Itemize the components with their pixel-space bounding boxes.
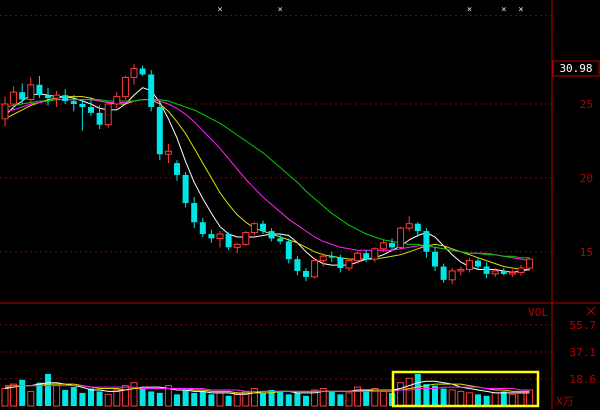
volume-bar — [53, 385, 61, 407]
volume-bar — [225, 395, 232, 406]
candle — [156, 104, 163, 161]
marker-glyph: × — [277, 5, 282, 15]
volume-bar — [148, 391, 155, 406]
volume-bar — [294, 392, 301, 406]
volume-bar — [70, 387, 77, 406]
volume-bar — [199, 391, 206, 406]
volume-bar — [45, 373, 51, 406]
volume-bar — [182, 389, 189, 406]
volume-bar — [139, 388, 146, 406]
candle — [397, 226, 405, 249]
volume-bar — [465, 392, 473, 407]
volume-bar — [475, 394, 481, 406]
volume-tick-label: 55.7 — [570, 319, 597, 332]
volume-axis-ticks: 18.6 37.1 55.7 — [570, 319, 597, 386]
volume-bar — [491, 392, 499, 407]
volume-bar — [62, 389, 69, 406]
volume-bar — [303, 395, 309, 406]
candle — [121, 75, 129, 100]
volume-bar — [337, 394, 344, 406]
volume-bar — [19, 379, 26, 406]
volume-bar — [216, 392, 224, 407]
volume-bar — [397, 382, 405, 407]
volume-bar — [285, 394, 292, 406]
volume-bar — [363, 389, 370, 406]
candle — [182, 171, 189, 208]
candle — [148, 70, 155, 112]
marker-glyph: × — [467, 5, 472, 15]
marker-glyph: × — [501, 5, 506, 15]
volume-bar — [113, 389, 121, 407]
volume-bar — [36, 382, 43, 406]
chart-background — [0, 0, 600, 410]
marker-glyph: × — [518, 5, 523, 15]
volume-bar — [328, 391, 335, 406]
volume-bar — [104, 393, 112, 407]
volume-bar — [483, 395, 490, 406]
volume-bar — [526, 389, 534, 407]
volume-bar — [457, 390, 465, 407]
candle — [104, 101, 112, 128]
marker-glyph: × — [217, 5, 222, 15]
volume-bar — [156, 392, 163, 406]
volume-bar — [423, 384, 430, 406]
volume-unit-label: X万 — [556, 395, 574, 408]
volume-bar — [121, 385, 129, 407]
volume-bar — [405, 377, 413, 407]
volume-bar — [1, 388, 9, 407]
volume-bar — [174, 394, 180, 406]
volume-bar — [448, 389, 456, 407]
price-tick-label: 25 — [580, 98, 593, 111]
volume-bar — [260, 392, 266, 406]
volume-bar — [208, 394, 215, 406]
candle — [311, 257, 319, 279]
price-tick-label: 20 — [580, 172, 593, 185]
volume-bar — [88, 388, 94, 406]
stock-chart: 15 20 25 × × × × × 30.98 VOL 18.6 37.1 55.7 X万 — [0, 0, 600, 410]
volume-bar — [130, 382, 138, 407]
volume-bar — [500, 391, 507, 406]
volume-title: VOL — [528, 306, 548, 319]
price-tick-label: 15 — [580, 246, 593, 259]
candle — [242, 231, 250, 246]
volume-bar — [233, 393, 241, 407]
volume-bar — [508, 393, 516, 407]
volume-bar — [379, 390, 387, 407]
current-price-label: 30.98 — [559, 62, 592, 75]
volume-bar — [96, 391, 103, 406]
volume-bar — [517, 392, 525, 407]
volume-tick-label: 37.1 — [570, 346, 597, 359]
volume-bar — [345, 392, 353, 407]
volume-bar — [191, 392, 198, 406]
volume-bar — [440, 388, 447, 406]
volume-bar — [277, 391, 284, 406]
volume-bar — [414, 373, 421, 406]
volume-bar — [27, 390, 35, 407]
volume-tick-label: 18.6 — [570, 373, 597, 386]
volume-bar — [79, 392, 86, 406]
